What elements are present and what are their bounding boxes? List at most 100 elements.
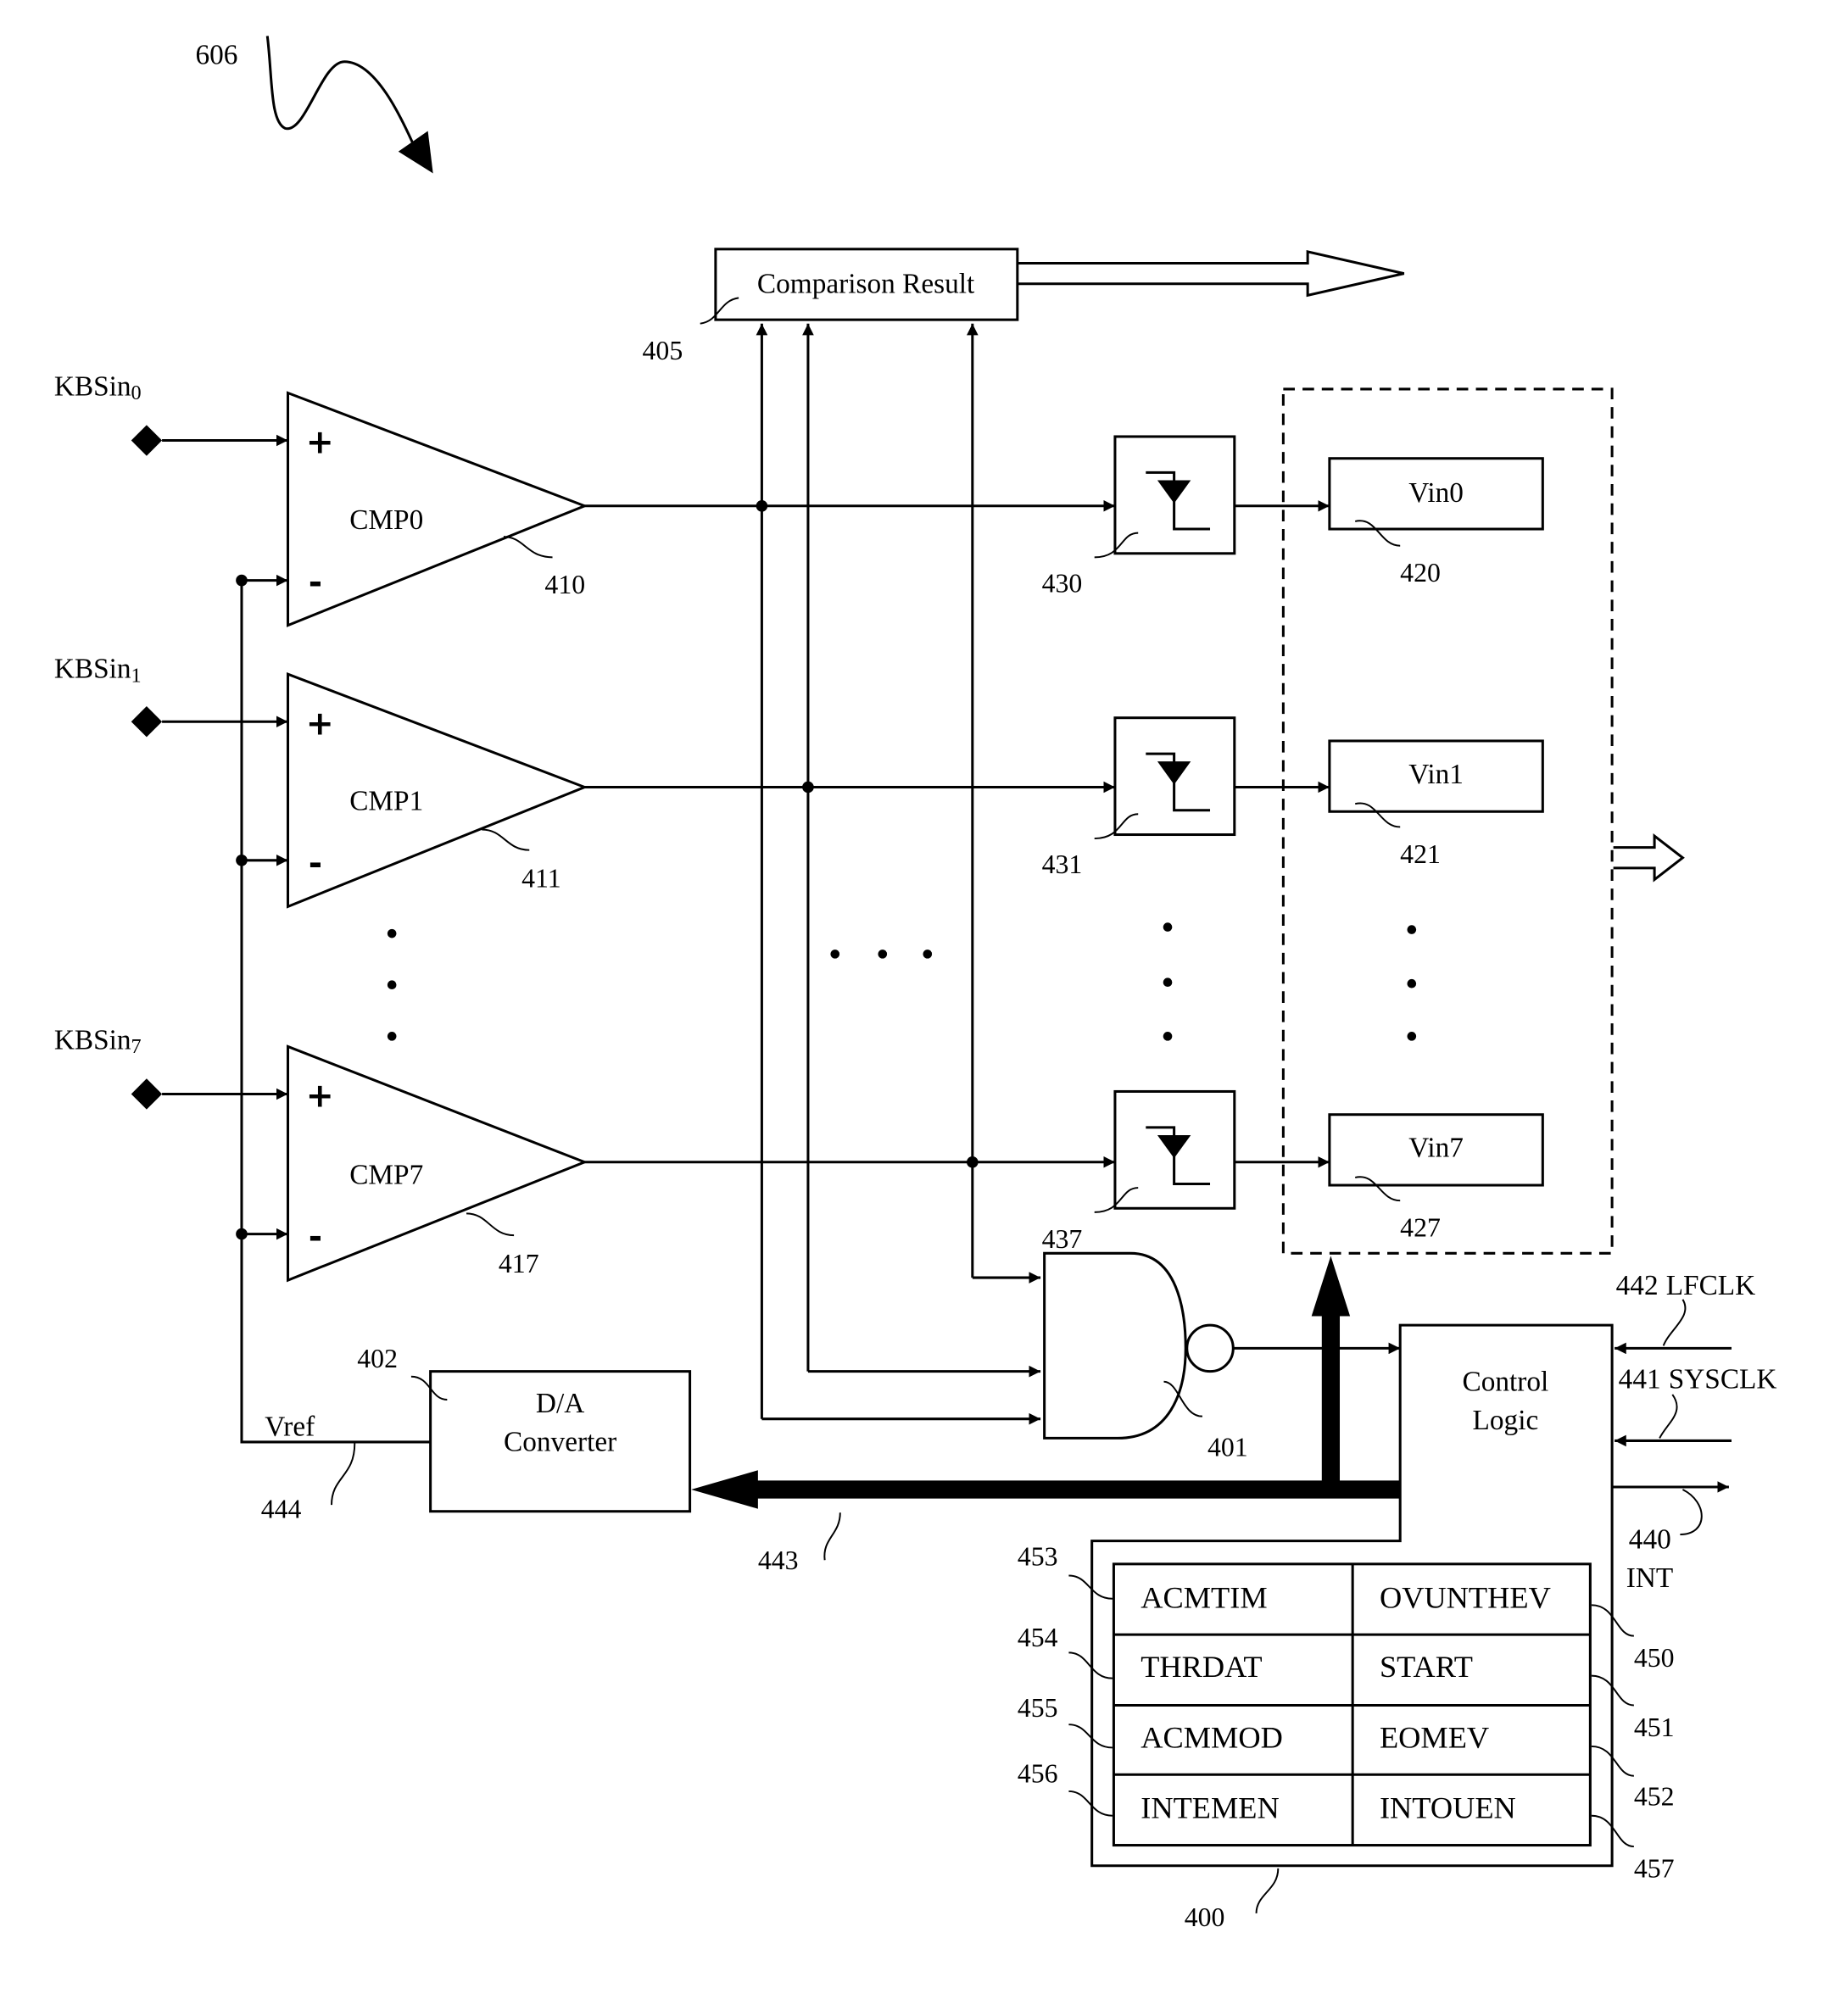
leader-line-442 (1662, 1299, 1687, 1346)
latch-431: 431 (1042, 716, 1236, 879)
dac-402: D/A Converter 402 (357, 1344, 692, 1513)
acm-circuit-diagram: 606 Comparison Result 405 KBSin0 KBSin1 … (54, 36, 1777, 1932)
comparator-ref: 411 (521, 864, 561, 894)
ellipsis-dot (1407, 978, 1417, 989)
leader-line-400 (1255, 1868, 1280, 1913)
comparison-result-label: Comparison Result (757, 268, 975, 299)
dac-label-line1: D/A (536, 1388, 584, 1419)
input-label-kbsin7: KBSin7 (54, 1024, 142, 1058)
register-table: ACMTIM OVUNTHEV THRDAT START ACMMOD EOME… (1112, 1562, 1592, 1847)
control-logic-label-line2: Logic (1473, 1405, 1539, 1436)
register-group-output-arrow (1613, 833, 1685, 883)
vin-label: Vin1 (1408, 759, 1464, 790)
junction-dot (802, 781, 814, 794)
ref-457: 457 (1634, 1853, 1675, 1883)
ellipsis-dot (1163, 922, 1173, 932)
ellipsis-dot (1407, 1032, 1417, 1041)
ellipsis-dot (387, 928, 397, 938)
ref-405: 405 (643, 336, 683, 365)
vref-label: Vref (265, 1411, 315, 1442)
sysclk-label: 441 SYSCLK (1619, 1363, 1777, 1395)
control-logic-label-line1: Control (1462, 1366, 1548, 1397)
register-thrdat: THRDAT (1141, 1650, 1262, 1684)
vin-ref: 427 (1400, 1213, 1441, 1243)
leader-line-444 (331, 1443, 356, 1506)
ellipsis-dot (1407, 925, 1417, 934)
register-ovunthev: OVUNTHEV (1380, 1580, 1551, 1614)
ellipsis-dot (830, 950, 840, 959)
lfclk-label: 442 LFCLK (1616, 1270, 1756, 1301)
register-intouen: INTOUEN (1380, 1791, 1516, 1825)
comparator-cmp7: + - CMP7 417 (286, 1044, 588, 1283)
bus-arrowhead-to-dac (691, 1470, 758, 1509)
ref-455: 455 (1018, 1693, 1058, 1723)
register-acmtim: ACMTIM (1141, 1580, 1267, 1614)
comparator-label: CMP1 (349, 786, 423, 817)
vin-register-421: Vin1 421 (1328, 739, 1544, 869)
diamond-pin-icon (131, 1078, 163, 1110)
vin-register-420: Vin0 420 (1328, 457, 1544, 588)
input-pin-kbsin7 (131, 1078, 288, 1110)
latch-ref: 430 (1042, 568, 1083, 598)
ref-456: 456 (1018, 1758, 1058, 1788)
ref-454: 454 (1018, 1623, 1058, 1652)
plus-sign: + (306, 423, 334, 462)
plus-sign: + (306, 704, 334, 743)
register-start: START (1380, 1650, 1473, 1684)
minus-sign: - (309, 1217, 322, 1256)
vin-label: Vin0 (1408, 477, 1464, 509)
ref-453: 453 (1018, 1541, 1058, 1571)
ellipsis-dot (923, 950, 933, 959)
ellipsis-dot (1163, 977, 1173, 988)
junction-dot (236, 1228, 248, 1240)
vin-ref: 420 (1400, 558, 1441, 588)
leader-line-441 (1659, 1394, 1678, 1439)
dac-ref: 402 (357, 1344, 398, 1373)
comparator-ref: 410 (544, 570, 585, 599)
input-pin-kbsin1 (131, 706, 288, 738)
minus-sign: - (309, 563, 322, 602)
vin-register-427: Vin7 427 (1328, 1113, 1544, 1243)
comparator-label: CMP0 (349, 504, 423, 536)
latch-437: 437 (1042, 1089, 1236, 1254)
ref-444: 444 (261, 1494, 302, 1523)
register-eomev: EOMEV (1380, 1720, 1489, 1754)
comparator-cmp1: + - CMP1 411 (286, 671, 588, 909)
ref-451: 451 (1634, 1712, 1675, 1742)
comparator-label: CMP7 (349, 1160, 423, 1191)
input-label-kbsin0: KBSin0 (54, 371, 142, 405)
nand-ref: 401 (1207, 1433, 1248, 1462)
ellipsis-dot (387, 980, 397, 990)
latch-ref: 437 (1042, 1224, 1083, 1254)
junction-dot (236, 574, 248, 587)
vin-ref: 421 (1400, 839, 1441, 869)
plus-sign: + (306, 1077, 334, 1116)
junction-dot (966, 1156, 979, 1168)
comparator-cmp0: + - CMP0 410 (286, 391, 588, 627)
ref-400: 400 (1185, 1902, 1225, 1932)
latch-430: 430 (1042, 435, 1236, 598)
comparison-output-arrow (1017, 249, 1405, 298)
leader-line-440 (1680, 1489, 1703, 1535)
int-label: INT (1626, 1562, 1673, 1594)
input-pin-kbsin0 (131, 425, 288, 456)
ellipsis-dot (878, 950, 888, 959)
register-acmmod: ACMMOD (1141, 1720, 1283, 1754)
diamond-pin-icon (131, 706, 163, 738)
ellipsis-dot (1163, 1032, 1173, 1041)
junction-dot (236, 854, 248, 866)
nand-gate-401: 401 (1043, 1251, 1248, 1462)
leader-line-443 (823, 1512, 841, 1561)
latch-ref: 431 (1042, 849, 1083, 879)
figure-pointer-arrow (265, 36, 433, 174)
ref-450: 450 (1634, 1643, 1675, 1673)
figure-ref-label: 606 (195, 40, 237, 71)
comparator-ref: 417 (499, 1249, 539, 1278)
int-ref: 440 (1629, 1524, 1671, 1556)
ref-452: 452 (1634, 1782, 1675, 1812)
ellipsis-dot (387, 1032, 397, 1041)
ref-443: 443 (758, 1545, 799, 1575)
minus-sign: - (309, 844, 322, 883)
dac-label-line2: Converter (504, 1427, 616, 1458)
diamond-pin-icon (131, 425, 163, 456)
